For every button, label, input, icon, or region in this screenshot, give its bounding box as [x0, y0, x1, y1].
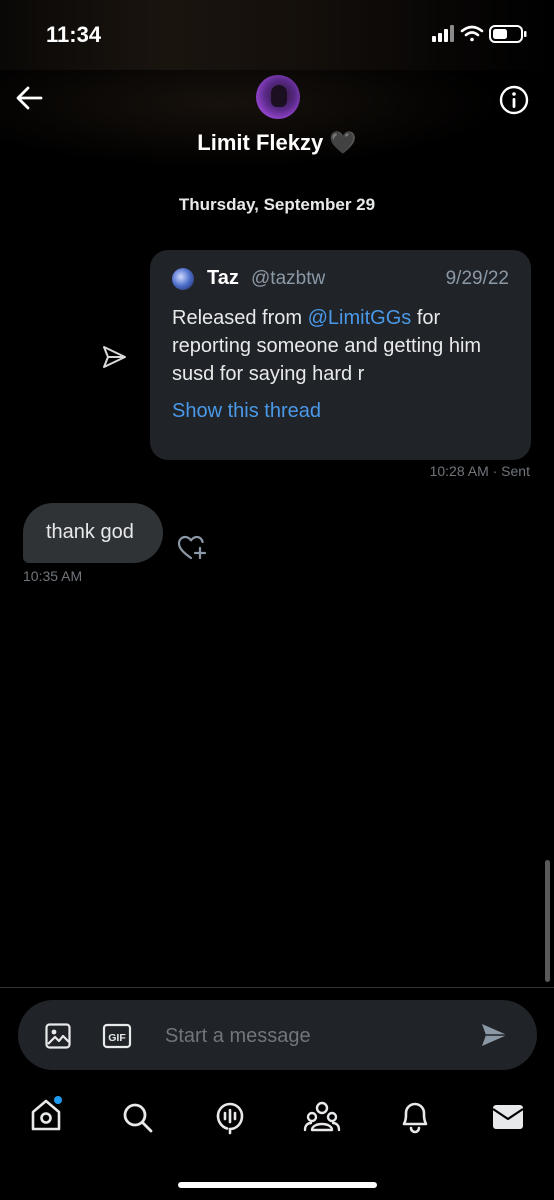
tweet-author-handle: @tazbtw	[251, 268, 326, 289]
messages-icon[interactable]	[491, 1102, 525, 1132]
bottom-navigation	[0, 1085, 554, 1155]
tweet-text: Released from @LimitGGs for reporting so…	[172, 304, 512, 388]
contact-avatar[interactable]	[256, 75, 300, 119]
wifi-icon	[460, 25, 484, 42]
message-composer: GIF	[18, 1000, 537, 1070]
tweet-text-start: Released from	[172, 307, 308, 329]
spaces-icon[interactable]	[213, 1100, 247, 1136]
image-icon[interactable]	[44, 1022, 72, 1050]
tweet-author-name: Taz	[207, 267, 239, 289]
status-time: 11:34	[46, 22, 102, 47]
gif-label: GIF	[108, 1032, 126, 1044]
tweet-mention-link[interactable]: @LimitGGs	[308, 307, 412, 329]
sent-timestamp: 10:28 AM · Sent	[429, 463, 530, 479]
notifications-icon[interactable]	[398, 1099, 432, 1135]
communities-icon[interactable]	[303, 1100, 341, 1134]
message-input[interactable]	[163, 1016, 467, 1056]
received-message-text: thank god	[46, 521, 134, 543]
add-reaction-heart-icon[interactable]	[176, 533, 208, 563]
share-icon[interactable]	[100, 343, 128, 371]
scrollbar-thumb[interactable]	[545, 860, 550, 982]
send-icon[interactable]	[480, 1022, 508, 1048]
contact-name[interactable]: Limit Flekzy 🖤	[0, 130, 554, 156]
tweet-header: Taz @tazbtw 9/29/22	[172, 267, 509, 295]
tweet-date: 9/29/22	[445, 268, 509, 289]
back-arrow-icon[interactable]	[14, 84, 44, 112]
received-timestamp: 10:35 AM	[23, 568, 83, 584]
status-bar: 11:34	[0, 0, 554, 70]
battery-icon	[489, 25, 527, 43]
home-indicator[interactable]	[178, 1182, 377, 1188]
shared-tweet-card[interactable]: Taz @tazbtw 9/29/22 Released from @Limit…	[150, 250, 531, 460]
tweet-author-avatar	[172, 268, 194, 290]
status-icons	[432, 25, 527, 43]
date-divider: Thursday, September 29	[178, 195, 376, 214]
search-icon[interactable]	[121, 1101, 155, 1135]
home-icon[interactable]	[29, 1095, 65, 1135]
gif-icon[interactable]: GIF	[102, 1022, 132, 1050]
home-notification-dot	[54, 1096, 62, 1104]
show-thread-link[interactable]: Show this thread	[172, 400, 509, 423]
cellular-signal-icon	[432, 25, 454, 42]
received-message-bubble[interactable]: thank god	[23, 503, 163, 563]
info-circle-icon[interactable]	[498, 84, 530, 116]
composer-divider	[0, 987, 554, 988]
